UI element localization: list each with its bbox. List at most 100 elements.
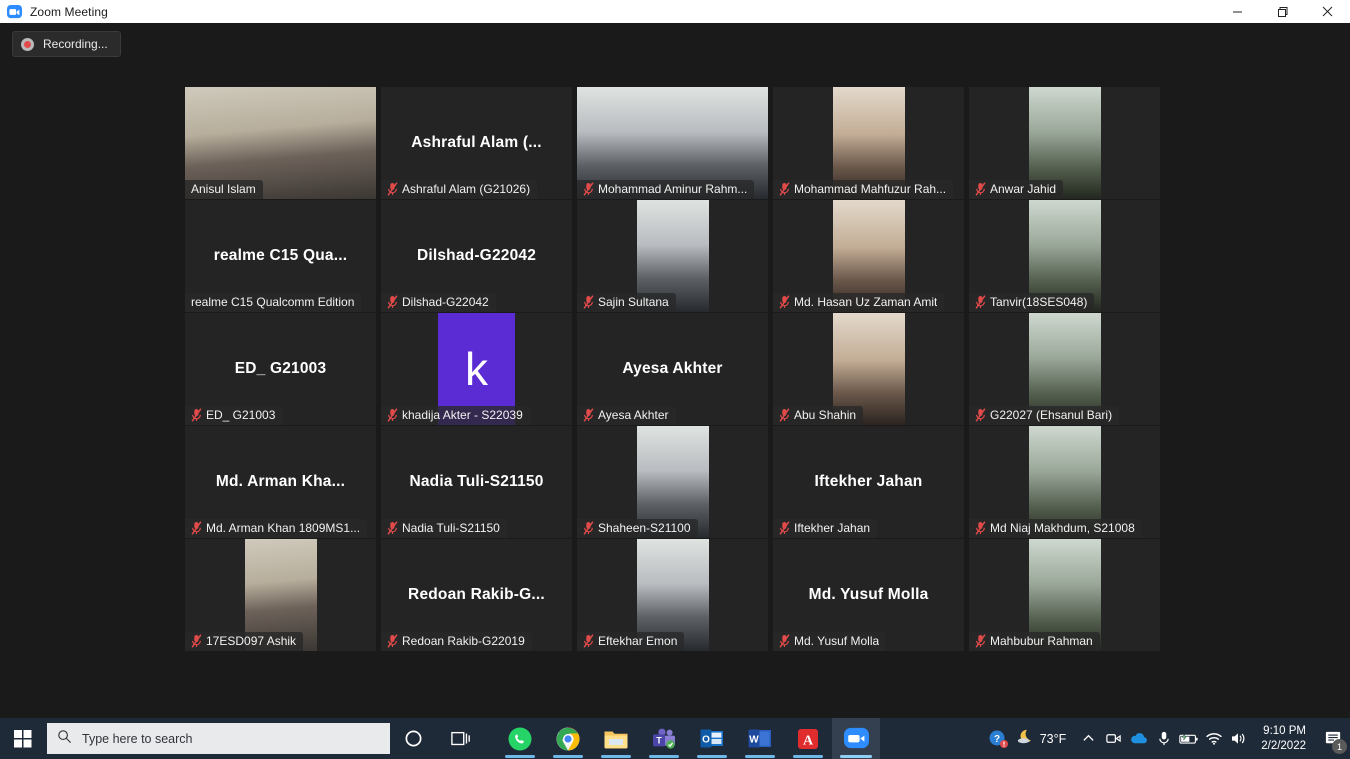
windows-start-icon[interactable]	[0, 718, 46, 759]
participant-tile[interactable]: Anisul Islam	[185, 87, 376, 199]
participant-tile[interactable]: k khadija Akter - S22039	[381, 313, 572, 425]
participant-tile[interactable]: Anwar Jahid	[969, 87, 1160, 199]
google-chrome-icon[interactable]	[544, 718, 592, 759]
participant-tile[interactable]: G22027 (Ehsanul Bari)	[969, 313, 1160, 425]
taskbar-clock[interactable]: 9:10 PM 2/2/2022	[1251, 718, 1316, 759]
restore-button[interactable]	[1260, 0, 1305, 23]
outlook-icon[interactable]: O	[688, 718, 736, 759]
recording-indicator[interactable]: Recording...	[12, 31, 121, 57]
show-hidden-icons-chevron[interactable]	[1076, 718, 1101, 759]
participant-tile[interactable]: Md Niaj Makhdum, S21008	[969, 426, 1160, 538]
search-input[interactable]: Type here to search	[47, 723, 390, 754]
svg-text:A: A	[803, 733, 814, 748]
participant-display-name: realme C15 Qua...	[213, 247, 348, 264]
mic-muted-icon	[191, 634, 202, 648]
participant-tile[interactable]: Ayesa Akhter Ayesa Akhter	[577, 313, 768, 425]
minimize-button[interactable]	[1215, 0, 1260, 23]
mic-muted-icon	[779, 634, 790, 648]
record-dot-icon	[21, 37, 34, 51]
participant-tile[interactable]: Sajin Sultana	[577, 200, 768, 312]
participant-tile[interactable]: Tanvir(18SES048)	[969, 200, 1160, 312]
participant-tile[interactable]: realme C15 Qua... realme C15 Qualcomm Edi…	[185, 200, 376, 312]
weather-widget[interactable]: 73°F	[1011, 718, 1077, 759]
participant-tile[interactable]: Nadia Tuli-S21150 Nadia Tuli-S21150	[381, 426, 572, 538]
participant-name-strip: Anisul Islam	[185, 180, 263, 199]
meet-now-icon[interactable]	[1101, 718, 1126, 759]
participant-tile[interactable]: ED_ G21003 ED_ G21003	[185, 313, 376, 425]
zoom-icon[interactable]	[832, 718, 880, 759]
mic-muted-icon	[975, 182, 986, 196]
microphone-icon[interactable]	[1151, 718, 1176, 759]
running-indicator	[697, 755, 727, 758]
running-indicator	[649, 755, 679, 758]
help-question-icon[interactable]: ?	[986, 718, 1011, 759]
running-indicator	[553, 755, 583, 758]
onedrive-cloud-icon[interactable]	[1126, 718, 1151, 759]
participant-tile[interactable]: Abu Shahin	[773, 313, 964, 425]
participant-name-strip: Ayesa Akhter	[577, 406, 676, 425]
mic-muted-icon	[387, 408, 398, 422]
task-view-icon[interactable]	[437, 718, 484, 759]
participant-name-strip: Md Niaj Makhdum, S21008	[969, 519, 1142, 538]
mic-muted-icon	[387, 182, 398, 196]
participant-name-label: Dilshad-G22042	[402, 295, 489, 309]
participant-tile[interactable]: Mohammad Mahfuzur Rah...	[773, 87, 964, 199]
participant-name-label: Abu Shahin	[794, 408, 857, 422]
participant-tile[interactable]: Iftekher Jahan Iftekher Jahan	[773, 426, 964, 538]
participant-tile[interactable]: Mohammad Aminur Rahm...	[577, 87, 768, 199]
mic-muted-icon	[191, 521, 202, 535]
close-button[interactable]	[1305, 0, 1350, 23]
participant-name-label: Ashraful Alam (G21026)	[402, 182, 531, 196]
mic-muted-icon	[583, 295, 594, 309]
adobe-acrobat-icon[interactable]: A	[784, 718, 832, 759]
participant-name-label: Ayesa Akhter	[598, 408, 669, 422]
meeting-stage: Recording... Anisul Islam Ashraful Alam (…	[0, 23, 1350, 718]
participant-name-label: Md. Hasan Uz Zaman Amit	[794, 295, 938, 309]
moon-weather-icon	[1015, 727, 1034, 751]
window-title: Zoom Meeting	[30, 4, 108, 19]
participant-tile[interactable]: Md. Hasan Uz Zaman Amit	[773, 200, 964, 312]
participant-display-name: ED_ G21003	[234, 360, 327, 377]
mic-muted-icon	[779, 182, 790, 196]
participant-name-label: Md Niaj Makhdum, S21008	[990, 521, 1135, 535]
participant-display-name: Md. Yusuf Molla	[808, 586, 929, 603]
action-center-icon[interactable]: 1	[1316, 718, 1350, 759]
participant-name-strip: realme C15 Qualcomm Edition	[185, 293, 362, 312]
participant-tile[interactable]: Eftekhar Emon	[577, 539, 768, 651]
participant-name-strip: Mahbubur Rahman	[969, 632, 1100, 651]
participant-tile[interactable]: Md. Arman Kha... Md. Arman Khan 1809MS1..…	[185, 426, 376, 538]
svg-text:O: O	[702, 734, 710, 745]
participant-tile[interactable]: Dilshad-G22042 Dilshad-G22042	[381, 200, 572, 312]
participant-name-strip: Mohammad Aminur Rahm...	[577, 180, 755, 199]
participant-name-strip: Sajin Sultana	[577, 293, 676, 312]
participant-tile[interactable]: Shaheen-S21100	[577, 426, 768, 538]
cortana-circle-icon[interactable]	[390, 718, 437, 759]
file-explorer-icon[interactable]	[592, 718, 640, 759]
participant-tile[interactable]: Redoan Rakib-G... Redoan Rakib-G22019	[381, 539, 572, 651]
participant-tile[interactable]: Mahbubur Rahman	[969, 539, 1160, 651]
mic-muted-icon	[975, 634, 986, 648]
participant-tile[interactable]: Md. Yusuf Molla Md. Yusuf Molla	[773, 539, 964, 651]
participant-display-name: Iftekher Jahan	[814, 473, 923, 490]
participant-name-strip: Mohammad Mahfuzur Rah...	[773, 180, 954, 199]
battery-charging-icon[interactable]	[1176, 718, 1201, 759]
mic-muted-icon	[779, 295, 790, 309]
participant-tile[interactable]: Ashraful Alam (... Ashraful Alam (G21026)	[381, 87, 572, 199]
search-placeholder: Type here to search	[82, 731, 193, 746]
system-tray: ? 73°F 9:10 PM 2/2/2022 1	[986, 718, 1350, 759]
whatsapp-icon[interactable]	[496, 718, 544, 759]
mic-muted-icon	[191, 408, 202, 422]
participant-tile[interactable]: 17ESD097 Ashik	[185, 539, 376, 651]
microsoft-word-icon[interactable]: W	[736, 718, 784, 759]
svg-text:W: W	[749, 734, 759, 745]
microsoft-teams-icon[interactable]: T	[640, 718, 688, 759]
wifi-icon[interactable]	[1201, 718, 1226, 759]
mic-muted-icon	[583, 408, 594, 422]
participant-name-strip: Eftekhar Emon	[577, 632, 685, 651]
participant-name-strip: Dilshad-G22042	[381, 293, 496, 312]
participant-name-strip: Md. Yusuf Molla	[773, 632, 887, 651]
mic-muted-icon	[975, 521, 986, 535]
speaker-volume-icon[interactable]	[1226, 718, 1251, 759]
participant-display-name: Md. Arman Kha...	[215, 473, 346, 490]
participant-name-label: 17ESD097 Ashik	[206, 634, 297, 648]
